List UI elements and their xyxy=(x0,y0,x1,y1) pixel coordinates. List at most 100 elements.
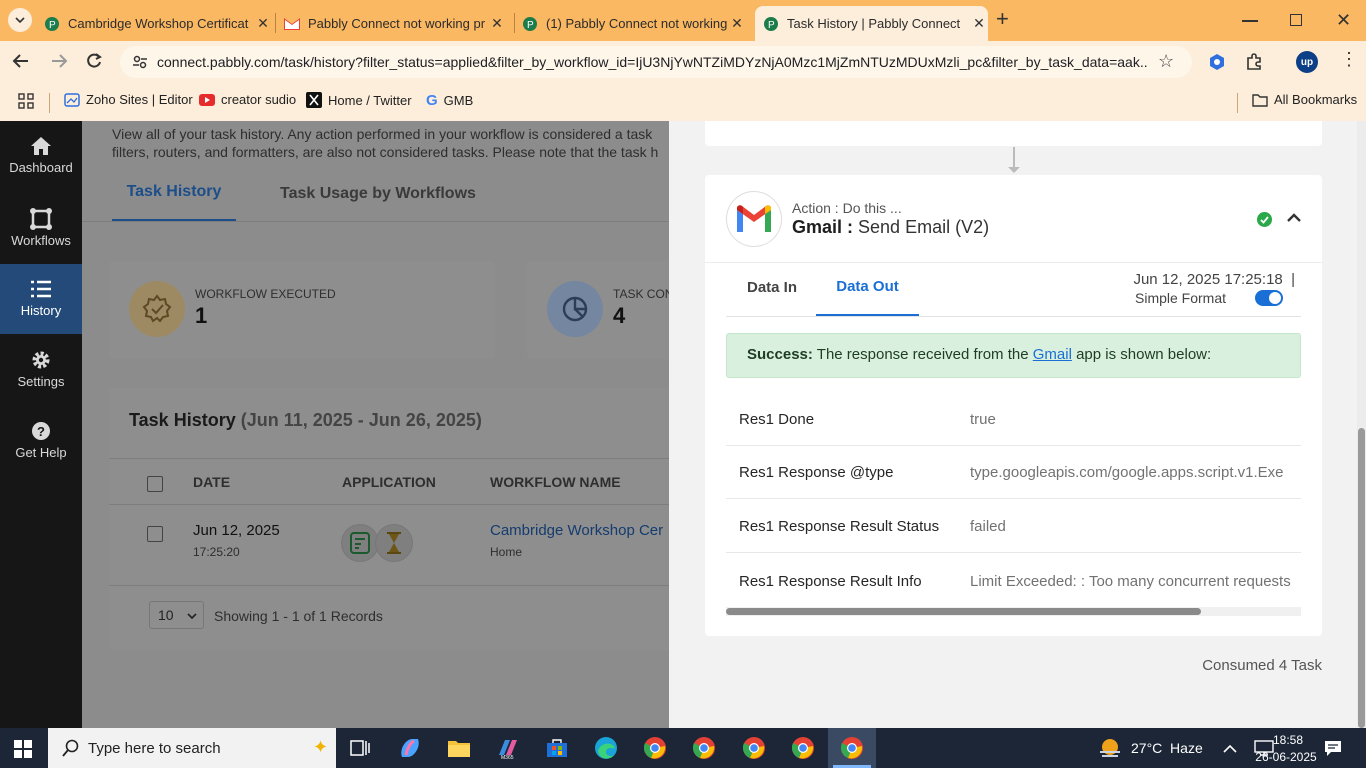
tab-task-usage[interactable]: Task Usage by Workflows xyxy=(280,185,476,203)
simple-format-label: Simple Format xyxy=(1135,290,1227,306)
file-explorer-icon[interactable] xyxy=(445,734,473,762)
minimize-icon[interactable] xyxy=(1242,20,1258,22)
timestamp-text: Jun 12, 2025 17:25:18 xyxy=(1133,271,1283,288)
window-close-icon[interactable]: ✕ xyxy=(1336,10,1351,31)
close-icon[interactable]: ✕ xyxy=(254,15,272,32)
m365-icon[interactable]: M365 xyxy=(494,734,522,762)
site-info-icon[interactable] xyxy=(132,54,148,75)
clock-time[interactable]: 18:58 xyxy=(1263,733,1313,747)
close-icon[interactable]: ✕ xyxy=(970,15,988,32)
new-tab-button[interactable]: + xyxy=(996,8,1009,30)
chrome-icon[interactable] xyxy=(789,734,817,762)
tab-title: Cambridge Workshop Certificat xyxy=(68,16,249,31)
puzzle-icon[interactable] xyxy=(1245,53,1263,76)
sidebar-item-settings[interactable]: Settings xyxy=(0,335,82,405)
scrollbar-thumb[interactable] xyxy=(726,608,1201,615)
zoho-icon xyxy=(64,92,80,107)
sidebar-item-history[interactable]: History xyxy=(0,264,82,334)
tab-divider xyxy=(514,13,515,33)
sidebar-item-label: History xyxy=(20,303,62,318)
chevron-up-icon[interactable] xyxy=(1286,213,1302,223)
chrome-icon[interactable] xyxy=(690,734,718,762)
omnibox[interactable]: connect.pabbly.com/task/history?filter_s… xyxy=(120,46,1192,78)
chrome-icon[interactable] xyxy=(641,734,669,762)
x-twitter-icon xyxy=(306,92,322,108)
step-action-name: Send Email (V2) xyxy=(858,217,990,237)
browser-tab[interactable]: P (1) Pabbly Connect not working ✕ xyxy=(522,6,746,41)
extension-icon[interactable] xyxy=(1208,53,1226,76)
table-title: Task History (Jun 11, 2025 - Jun 26, 202… xyxy=(129,410,482,431)
data-row: Res1 Response @type type.googleapis.com/… xyxy=(726,447,1301,499)
taskbar-search-box[interactable]: Type here to search ✦ xyxy=(48,728,336,768)
pabbly-icon: P xyxy=(522,16,538,32)
divider xyxy=(109,585,669,586)
back-icon[interactable] xyxy=(12,52,30,75)
success-alert: Success: The response received from the … xyxy=(726,333,1301,378)
svg-text:P: P xyxy=(49,20,56,31)
records-count: Showing 1 - 1 of 1 Records xyxy=(214,608,383,624)
bookmark-label: Home / Twitter xyxy=(328,92,412,108)
chrome-icon[interactable] xyxy=(740,734,768,762)
sidebar-item-help[interactable]: ? Get Help xyxy=(0,406,82,476)
all-bookmarks-label: All Bookmarks xyxy=(1274,92,1358,107)
task-view-icon[interactable] xyxy=(346,734,374,762)
notifications-icon[interactable] xyxy=(1324,740,1342,762)
pabbly-icon: P xyxy=(44,16,60,32)
browser-tab-bar: P Cambridge Workshop Certificat ✕ Pabbly… xyxy=(0,0,1366,41)
weather-icon[interactable] xyxy=(1098,736,1122,763)
select-all-checkbox[interactable] xyxy=(147,476,163,492)
bookmark-twitter[interactable]: Home / Twitter xyxy=(306,92,412,108)
gmail-link[interactable]: Gmail xyxy=(1033,346,1072,363)
chevron-up-icon[interactable] xyxy=(1223,741,1237,759)
browser-tab-active[interactable]: P Task History | Pabbly Connect ✕ xyxy=(755,6,988,41)
sidebar-item-workflows[interactable]: Workflows xyxy=(0,194,82,264)
scrollbar-thumb[interactable] xyxy=(1358,428,1365,728)
sidebar-item-label: Dashboard xyxy=(9,160,73,175)
star-icon[interactable]: ☆ xyxy=(1158,51,1174,72)
table-row[interactable]: Jun 12, 2025 17:25:20 Cambridge Workshop… xyxy=(109,505,669,585)
data-value: true xyxy=(970,411,996,428)
restore-icon[interactable] xyxy=(1290,14,1302,26)
close-icon[interactable]: ✕ xyxy=(728,15,746,32)
column-header-application: APPLICATION xyxy=(342,474,436,490)
forward-icon[interactable] xyxy=(50,52,68,75)
apps-grid-icon[interactable] xyxy=(18,93,34,114)
copilot-icon[interactable] xyxy=(396,734,424,762)
browser-tab[interactable]: Pabbly Connect not working pr ✕ xyxy=(284,6,506,41)
column-header-workflow: WORKFLOW NAME xyxy=(490,474,621,490)
simple-format-toggle[interactable] xyxy=(1255,290,1283,306)
all-bookmarks-button[interactable]: All Bookmarks xyxy=(1252,92,1357,107)
chevron-down-icon xyxy=(15,17,25,23)
row-checkbox[interactable] xyxy=(147,526,163,542)
tab-search-button[interactable] xyxy=(8,8,32,32)
sidebar-item-dashboard[interactable]: Dashboard xyxy=(0,121,82,191)
previous-step-card[interactable] xyxy=(705,121,1322,146)
bookmark-gmb[interactable]: G GMB xyxy=(426,92,473,109)
reload-icon[interactable] xyxy=(85,52,103,75)
chrome-icon[interactable] xyxy=(838,734,866,762)
tab-data-in[interactable]: Data In xyxy=(747,279,797,296)
profile-avatar[interactable]: up xyxy=(1296,51,1318,73)
horizontal-scrollbar[interactable] xyxy=(726,607,1301,616)
stat-label: TASK CON xyxy=(613,287,669,301)
page-size-select[interactable]: 10 xyxy=(149,601,204,629)
windows-start-icon[interactable] xyxy=(14,740,32,763)
more-menu-icon[interactable]: ⋮ xyxy=(1340,50,1358,68)
clock-date[interactable]: 26-06-2025 xyxy=(1253,750,1319,764)
description-line: filters, routers, and formatters, are al… xyxy=(112,144,659,160)
step-label: Action : Do this ... xyxy=(792,200,902,216)
pie-chart-icon xyxy=(547,281,603,337)
tab-task-history[interactable]: Task History xyxy=(112,169,236,221)
bookmark-creator-studio[interactable]: creator sudio xyxy=(199,92,296,107)
bookmark-zoho[interactable]: Zoho Sites | Editor xyxy=(64,92,193,107)
row-workflow-link[interactable]: Cambridge Workshop Cer xyxy=(490,522,663,539)
toggle-knob xyxy=(1269,292,1281,304)
youtube-icon xyxy=(199,93,215,106)
data-row: Res1 Done true xyxy=(726,394,1301,446)
browser-tab[interactable]: P Cambridge Workshop Certificat ✕ xyxy=(44,6,272,41)
task-history-page: View all of your task history. Any actio… xyxy=(82,121,669,728)
tab-data-out[interactable]: Data Out xyxy=(816,268,919,316)
close-icon[interactable]: ✕ xyxy=(488,15,506,32)
edge-icon[interactable] xyxy=(592,734,620,762)
store-icon[interactable] xyxy=(543,734,571,762)
